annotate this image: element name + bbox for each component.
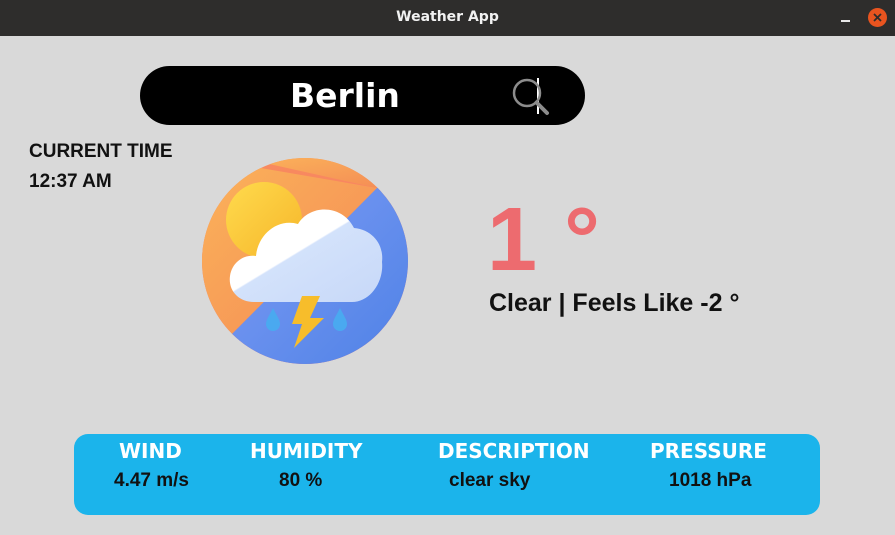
pressure-value: 1018 hPa <box>669 470 752 491</box>
temperature-value: 1 ° <box>487 190 602 290</box>
weather-stats-panel: WIND 4.47 m/s HUMIDITY 80 % DESCRIPTION … <box>74 434 820 515</box>
close-button[interactable] <box>868 8 887 27</box>
current-time-label: CURRENT TIME <box>29 141 173 162</box>
humidity-label: HUMIDITY <box>250 439 363 463</box>
description-value: clear sky <box>449 470 531 491</box>
description-label: DESCRIPTION <box>438 439 590 463</box>
condition-summary: Clear | Feels Like -2 ° <box>489 289 740 317</box>
cloud-sun-lightning-rain-icon <box>202 158 408 364</box>
close-icon <box>873 13 882 22</box>
search-bar <box>140 66 585 125</box>
city-search-input[interactable] <box>290 74 490 116</box>
wind-label: WIND <box>119 439 182 463</box>
minimize-button[interactable] <box>838 10 854 26</box>
pressure-label: PRESSURE <box>650 439 767 463</box>
humidity-value: 80 % <box>279 470 323 491</box>
title-bar: Weather App <box>0 0 895 36</box>
current-time-value: 12:37 AM <box>29 171 112 192</box>
search-icon <box>512 78 549 115</box>
search-button[interactable] <box>510 77 552 119</box>
window-title: Weather App <box>396 9 499 25</box>
wind-value: 4.47 m/s <box>114 470 189 491</box>
